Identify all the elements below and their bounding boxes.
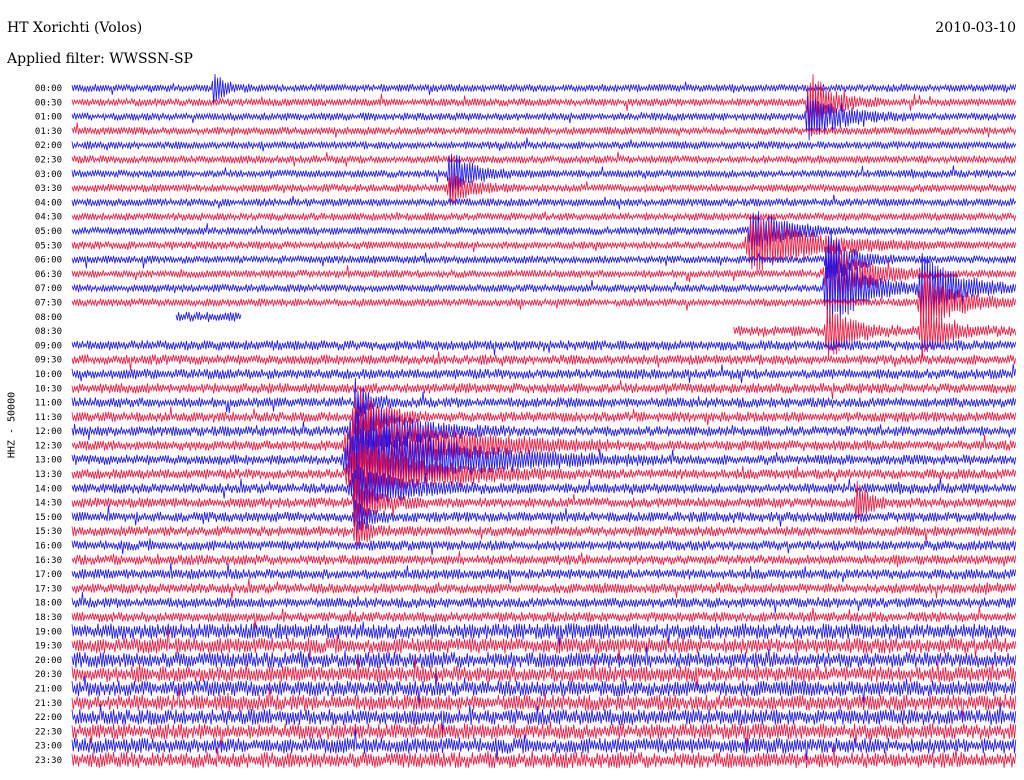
tick-label: 16:00 (35, 542, 62, 552)
tick-label: 20:00 (35, 656, 62, 666)
tick-label: 18:30 (35, 613, 62, 623)
tick-label: 11:30 (35, 413, 62, 423)
tick-label: 13:30 (35, 470, 62, 480)
tick-label: 15:00 (35, 513, 62, 523)
tick-label: 21:30 (35, 699, 62, 709)
tick-label: 04:00 (35, 198, 62, 208)
tick-label: 10:30 (35, 384, 62, 394)
trace-line (71, 508, 1017, 546)
tick-label: 09:30 (35, 356, 62, 366)
tick-label: 08:00 (35, 313, 62, 323)
trace-line (71, 562, 1017, 584)
tick-label: 15:30 (35, 527, 62, 537)
trace-line (71, 538, 1017, 556)
tick-label: 20:30 (35, 670, 62, 680)
trace-line (71, 243, 1017, 311)
tick-label: 01:30 (35, 127, 62, 137)
tick-label: 16:30 (35, 556, 62, 566)
tick-label: 14:00 (35, 484, 62, 494)
tick-label: 11:00 (35, 399, 62, 409)
trace-line (71, 349, 1017, 371)
tick-label: 05:30 (35, 241, 62, 251)
tick-label: 01:00 (35, 113, 62, 123)
tick-label: 08:30 (35, 327, 62, 337)
trace-line (71, 363, 1017, 384)
tick-label: 06:00 (35, 256, 62, 266)
trace-line (71, 340, 1017, 356)
tick-label: 19:30 (35, 642, 62, 652)
tick-label: 14:30 (35, 499, 62, 509)
tick-label: 00:30 (35, 98, 62, 108)
trace-line (71, 137, 1017, 152)
tick-label: 07:00 (35, 284, 62, 294)
tick-label: 02:30 (35, 155, 62, 165)
tick-label: 21:00 (35, 685, 62, 695)
tick-label: 23:00 (35, 742, 62, 752)
tick-label-group: 00:00 00:30 01:00 01:30 02:00 02:30 03:00 03:30… (35, 84, 62, 766)
tick-label: 04:30 (35, 213, 62, 223)
trace-line (71, 172, 1017, 206)
trace-line (71, 550, 1017, 568)
trace-line (71, 606, 1017, 629)
trace-group (71, 73, 1017, 769)
tick-label: 22:00 (35, 713, 62, 723)
trace-line (71, 578, 1017, 599)
tick-label: 03:30 (35, 184, 62, 194)
trace-line (71, 151, 1017, 167)
tick-label: 05:00 (35, 227, 62, 237)
tick-label: 18:00 (35, 599, 62, 609)
trace-line (71, 621, 1017, 648)
tick-label: 22:30 (35, 727, 62, 737)
trace-line (71, 73, 1017, 105)
trace-line (71, 442, 1017, 504)
trace-line (71, 377, 1017, 424)
tick-label: 12:30 (35, 441, 62, 451)
trace-line (71, 194, 1017, 210)
tick-label: 23:30 (35, 756, 62, 766)
tick-label: 17:00 (35, 570, 62, 580)
trace-line (71, 122, 1017, 138)
tick-label: 09:00 (35, 341, 62, 351)
trace-line (71, 592, 1017, 614)
tick-label: 13:00 (35, 456, 62, 466)
trace-line (71, 380, 1017, 400)
tick-label: 03:00 (35, 170, 62, 180)
tick-label: 19:00 (35, 627, 62, 637)
trace-line (71, 721, 1017, 748)
tick-label: 10:00 (35, 370, 62, 380)
trace-line (71, 211, 1017, 222)
trace-line (733, 303, 1017, 360)
tick-label: 17:30 (35, 584, 62, 594)
tick-label: 00:00 (35, 84, 62, 94)
trace-line (175, 311, 242, 322)
tick-label: 06:30 (35, 270, 62, 280)
tick-label: 12:00 (35, 427, 62, 437)
tick-label: 02:00 (35, 141, 62, 151)
seismogram-plot: 00:00 00:30 01:00 01:30 02:00 02:30 03:00 03:30… (35, 73, 1017, 769)
tick-label: 07:30 (35, 298, 62, 308)
trace-line (71, 230, 1017, 281)
